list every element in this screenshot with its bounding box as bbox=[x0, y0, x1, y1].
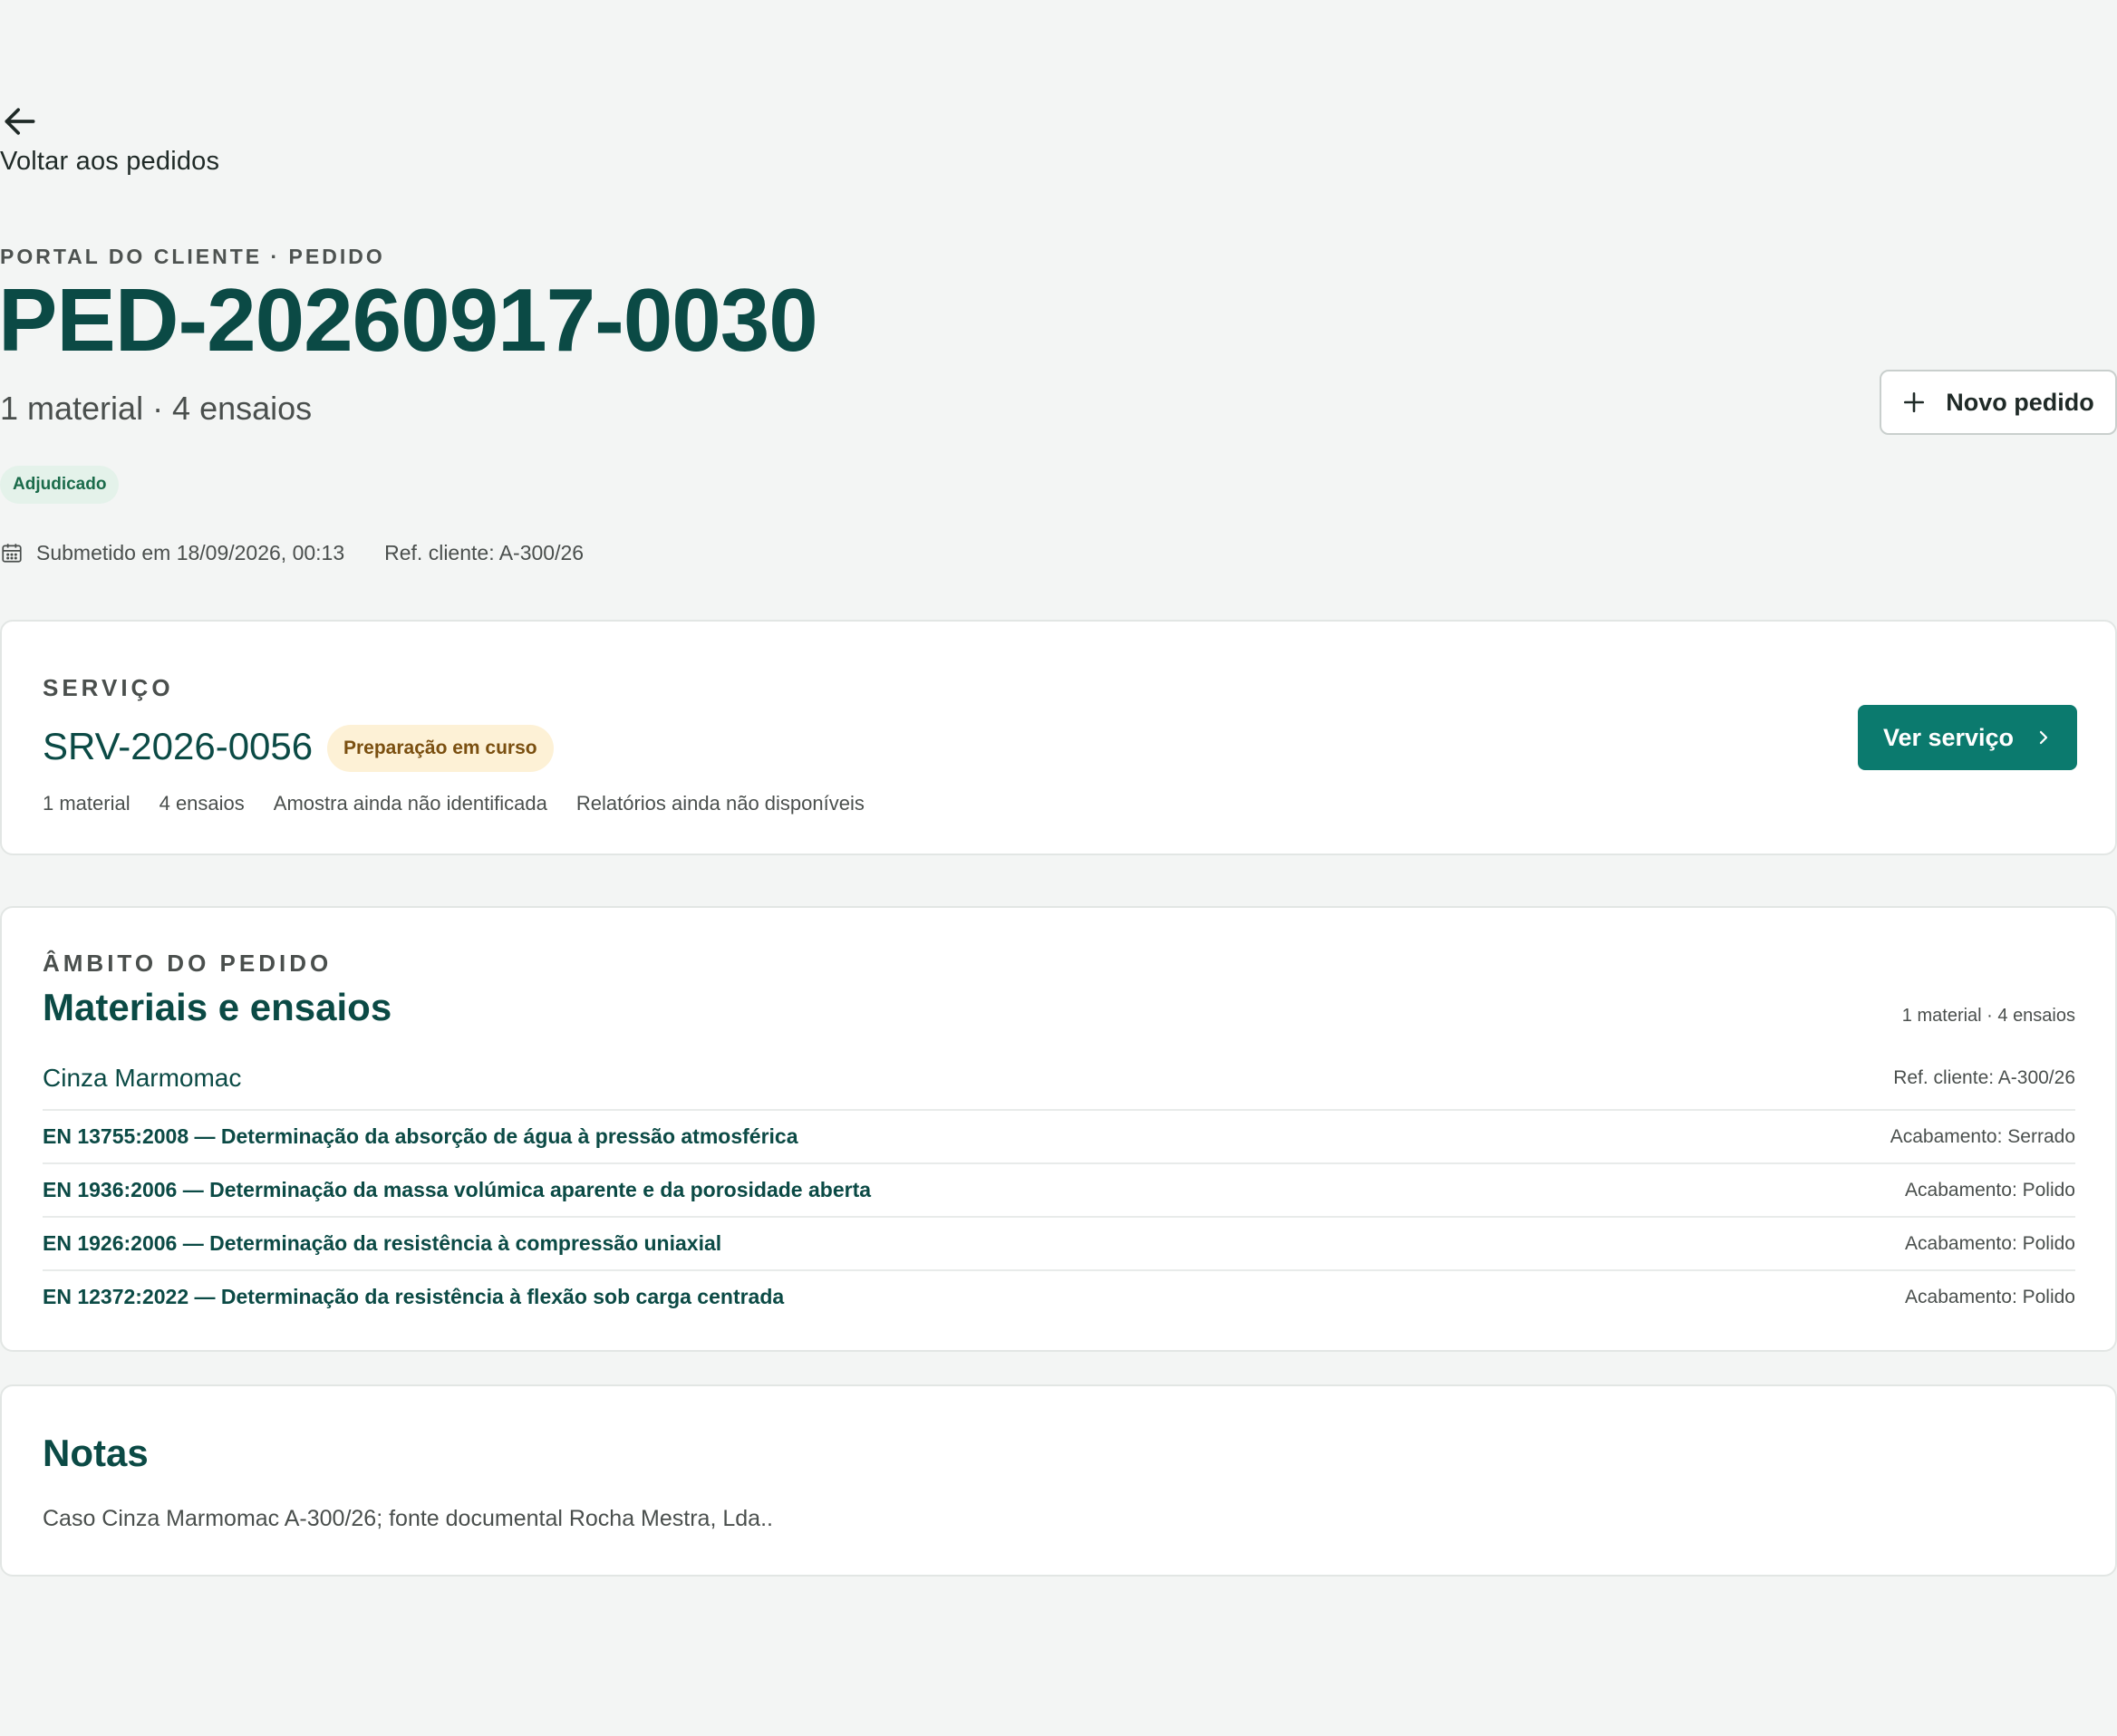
service-status-badge: Preparação em curso bbox=[327, 725, 554, 772]
service-stat-tests: 4 ensaios bbox=[159, 792, 245, 815]
order-meta: Submetido em 18/09/2026, 00:13 Ref. clie… bbox=[0, 540, 584, 565]
page-eyebrow: PORTAL DO CLIENTE · PEDIDO bbox=[0, 245, 385, 268]
submitted-date: Submetido em 18/09/2026, 00:13 bbox=[36, 540, 345, 564]
test-name: EN 13755:2008 — Determinação da absorção… bbox=[43, 1124, 798, 1148]
test-name: EN 1936:2006 — Determinação da massa vol… bbox=[43, 1178, 872, 1201]
service-stats: 1 material 4 ensaios Amostra ainda não i… bbox=[43, 792, 894, 815]
arrow-left-icon bbox=[5, 108, 35, 135]
chevron-right-icon bbox=[2039, 730, 2048, 745]
scope-title: Materiais e ensaios bbox=[43, 986, 392, 1028]
scope-section-label: ÂMBITO DO PEDIDO bbox=[43, 950, 333, 977]
test-name: EN 12372:2022 — Determinação da resistên… bbox=[43, 1285, 785, 1308]
list-item: EN 12372:2022 — Determinação da resistên… bbox=[43, 1269, 2075, 1323]
page-subtitle: 1 material · 4 ensaios bbox=[0, 390, 313, 427]
plus-icon bbox=[1904, 391, 1925, 413]
test-finish: Acabamento: Polido bbox=[1905, 1232, 2075, 1254]
test-finish: Acabamento: Polido bbox=[1905, 1286, 2075, 1307]
service-card: SERVIÇO SRV-2026-0056 Preparação em curs… bbox=[0, 620, 2117, 855]
service-stat-sample: Amostra ainda não identificada bbox=[273, 792, 547, 815]
back-link[interactable]: Voltar aos pedidos bbox=[0, 101, 219, 177]
view-service-label: Ver serviço bbox=[1882, 723, 2015, 751]
scope-count: 1 material · 4 ensaios bbox=[1901, 1006, 2075, 1026]
list-item: EN 1926:2006 — Determinação da resistênc… bbox=[43, 1216, 2075, 1269]
new-order-button[interactable]: Novo pedido bbox=[1880, 370, 2117, 435]
list-item: EN 1936:2006 — Determinação da massa vol… bbox=[43, 1162, 2075, 1216]
service-stat-reports: Relatórios ainda não disponíveis bbox=[575, 792, 865, 815]
calendar-icon bbox=[2, 544, 22, 563]
test-name: EN 1926:2006 — Determinação da resistênc… bbox=[43, 1231, 722, 1255]
notes-text: Caso Cinza Marmomac A-300/26; fonte docu… bbox=[43, 1506, 773, 1531]
status-badge: Adjudicado bbox=[0, 466, 120, 504]
notes-title: Notas bbox=[43, 1432, 149, 1474]
notes-card: Notas Caso Cinza Marmomac A-300/26; font… bbox=[0, 1384, 2117, 1577]
list-item: EN 13755:2008 — Determinação da absorção… bbox=[43, 1109, 2075, 1162]
page-title: PED-20260917-0030 bbox=[0, 270, 818, 370]
test-finish: Acabamento: Serrado bbox=[1890, 1125, 2075, 1147]
material-name: Cinza Marmomac bbox=[43, 1064, 242, 1092]
back-link-label[interactable]: Voltar aos pedidos bbox=[0, 147, 219, 177]
tests-list: EN 13755:2008 — Determinação da absorção… bbox=[43, 1109, 2075, 1323]
service-code: SRV-2026-0056 bbox=[43, 725, 314, 767]
scope-card: ÂMBITO DO PEDIDO Materiais e ensaios 1 m… bbox=[0, 906, 2117, 1352]
client-ref: Ref. cliente: A-300/26 bbox=[384, 540, 585, 564]
new-order-label: Novo pedido bbox=[1946, 388, 2094, 416]
service-stat-materials: 1 material bbox=[43, 792, 130, 815]
service-section-label: SERVIÇO bbox=[43, 674, 174, 701]
order-detail-page: Voltar aos pedidos PORTAL DO CLIENTE · P… bbox=[0, 0, 2117, 1736]
view-service-button[interactable]: Ver serviço bbox=[1858, 705, 2077, 770]
material-ref: Ref. cliente: A-300/26 bbox=[1893, 1067, 2075, 1088]
test-finish: Acabamento: Polido bbox=[1905, 1179, 2075, 1201]
